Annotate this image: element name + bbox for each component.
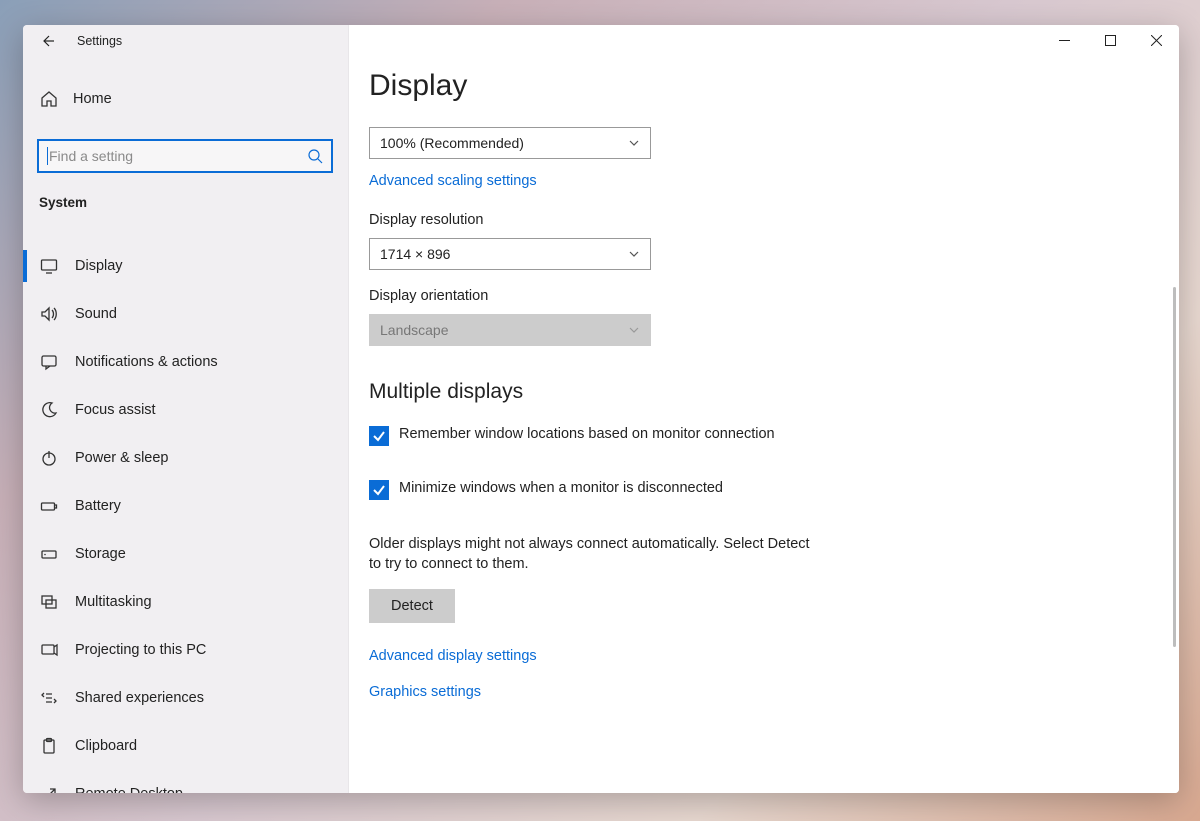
orientation-label: Display orientation: [369, 288, 1179, 304]
sidebar-item-storage[interactable]: Storage: [23, 530, 348, 578]
back-button[interactable]: [31, 25, 63, 57]
moon-icon: [39, 401, 59, 419]
home-icon: [39, 90, 59, 108]
sidebar-item-label: Multitasking: [75, 594, 152, 610]
sidebar-item-label: Display: [75, 258, 123, 274]
back-icon: [39, 33, 55, 49]
sidebar-item-label: Projecting to this PC: [75, 642, 206, 658]
chevron-down-icon: [628, 248, 640, 260]
clipboard-icon: [39, 737, 59, 755]
sidebar-item-shared-experiences[interactable]: Shared experiences: [23, 674, 348, 722]
sidebar-item-power-sleep[interactable]: Power & sleep: [23, 434, 348, 482]
sidebar-item-notifications-actions[interactable]: Notifications & actions: [23, 338, 348, 386]
sidebar-item-projecting-to-this-pc[interactable]: Projecting to this PC: [23, 626, 348, 674]
resolution-label: Display resolution: [369, 212, 1179, 228]
orientation-value: Landscape: [380, 322, 449, 338]
search-icon: [307, 148, 323, 164]
chevron-down-icon: [628, 324, 640, 336]
sidebar-item-label: Clipboard: [75, 738, 137, 754]
remember-locations-checkbox[interactable]: [369, 426, 389, 446]
project-icon: [39, 641, 59, 659]
multitask-icon: [39, 593, 59, 611]
sidebar-item-label: Storage: [75, 546, 126, 562]
home-label: Home: [73, 91, 112, 107]
sidebar-item-label: Notifications & actions: [75, 354, 218, 370]
sound-icon: [39, 305, 59, 323]
sidebar-item-focus-assist[interactable]: Focus assist: [23, 386, 348, 434]
page-title: Display: [369, 69, 1179, 103]
search-box[interactable]: [37, 139, 333, 173]
advanced-display-link[interactable]: Advanced display settings: [369, 648, 537, 664]
sidebar: Settings Home System Display Sound Notific…: [23, 25, 349, 793]
category-label: System: [23, 195, 348, 210]
scrollbar-thumb[interactable]: [1173, 287, 1176, 647]
battery-icon: [39, 497, 59, 515]
scrollbar[interactable]: [1173, 87, 1177, 791]
comment-icon: [39, 353, 59, 371]
search-input[interactable]: [49, 148, 307, 164]
minimize-disconnected-checkbox[interactable]: [369, 480, 389, 500]
nav-list: Display Sound Notifications & actions Focus…: [23, 242, 348, 793]
scale-dropdown[interactable]: 100% (Recommended): [369, 127, 651, 159]
sidebar-item-remote-desktop[interactable]: Remote Desktop: [23, 770, 348, 793]
graphics-settings-link[interactable]: Graphics settings: [369, 684, 481, 700]
resolution-dropdown[interactable]: 1714 × 896: [369, 238, 651, 270]
text-cursor: [47, 147, 48, 165]
monitor-icon: [39, 257, 59, 275]
settings-window: Settings Home System Display Sound Notific…: [23, 25, 1179, 793]
multiple-displays-heading: Multiple displays: [369, 380, 1179, 404]
sidebar-item-label: Power & sleep: [75, 450, 169, 466]
sidebar-item-label: Focus assist: [75, 402, 156, 418]
detect-help-text: Older displays might not always connect …: [369, 534, 819, 575]
sidebar-item-label: Shared experiences: [75, 690, 204, 706]
resolution-value: 1714 × 896: [380, 246, 450, 262]
detect-button[interactable]: Detect: [369, 589, 455, 623]
minimize-disconnected-label: Minimize windows when a monitor is disco…: [399, 480, 723, 496]
advanced-scaling-link[interactable]: Advanced scaling settings: [369, 173, 537, 189]
share-icon: [39, 689, 59, 707]
sidebar-item-multitasking[interactable]: Multitasking: [23, 578, 348, 626]
scale-value: 100% (Recommended): [380, 135, 524, 151]
titlebar: Settings: [23, 25, 348, 57]
sidebar-item-label: Battery: [75, 498, 121, 514]
storage-icon: [39, 545, 59, 563]
home-nav[interactable]: Home: [23, 77, 348, 121]
sidebar-item-label: Sound: [75, 306, 117, 322]
remember-locations-label: Remember window locations based on monit…: [399, 426, 775, 442]
chevron-down-icon: [628, 137, 640, 149]
titlebar-label: Settings: [77, 34, 122, 48]
main-panel: Display 100% (Recommended) Advanced scal…: [349, 25, 1179, 793]
sidebar-item-battery[interactable]: Battery: [23, 482, 348, 530]
orientation-dropdown: Landscape: [369, 314, 651, 346]
remote-icon: [39, 785, 59, 793]
power-icon: [39, 449, 59, 467]
sidebar-item-sound[interactable]: Sound: [23, 290, 348, 338]
sidebar-item-clipboard[interactable]: Clipboard: [23, 722, 348, 770]
sidebar-item-display[interactable]: Display: [23, 242, 348, 290]
sidebar-item-label: Remote Desktop: [75, 786, 183, 793]
